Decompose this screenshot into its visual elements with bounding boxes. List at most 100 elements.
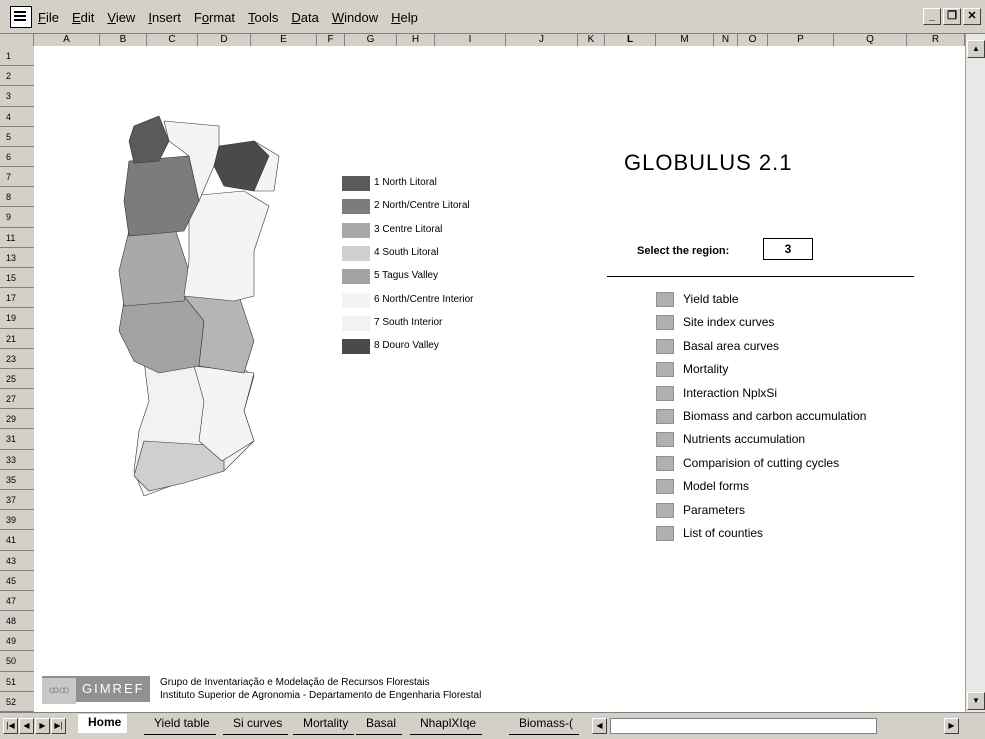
row-header[interactable]: 51 bbox=[0, 672, 34, 692]
hscroll-left-icon[interactable]: ◀ bbox=[592, 718, 607, 734]
menu-insert[interactable]: Insert bbox=[148, 10, 181, 25]
menu-format[interactable]: Format bbox=[194, 10, 235, 25]
column-header[interactable]: R bbox=[907, 34, 965, 46]
workbook-icon[interactable] bbox=[10, 6, 32, 28]
nav-button-icon[interactable] bbox=[656, 526, 674, 541]
sheet-tab[interactable]: Home bbox=[78, 714, 128, 733]
row-header[interactable]: 37 bbox=[0, 490, 34, 511]
column-header[interactable]: I bbox=[435, 34, 506, 46]
column-header[interactable]: E bbox=[251, 34, 317, 46]
scroll-up-icon[interactable]: ▲ bbox=[967, 40, 985, 58]
nav-button-icon[interactable] bbox=[656, 362, 674, 378]
nav-item-label: Site index curves bbox=[683, 315, 775, 330]
column-header[interactable]: A bbox=[34, 34, 100, 46]
row-header[interactable]: 49 bbox=[0, 631, 34, 652]
column-header[interactable]: P bbox=[768, 34, 834, 46]
row-header[interactable]: 27 bbox=[0, 389, 34, 410]
column-header[interactable]: O bbox=[738, 34, 768, 46]
menu-data[interactable]: Data bbox=[291, 10, 318, 25]
divider bbox=[607, 276, 914, 277]
menu-tools[interactable]: Tools bbox=[248, 10, 278, 25]
first-sheet-icon[interactable]: |◀ bbox=[3, 718, 18, 734]
restore-icon[interactable]: ❐ bbox=[943, 8, 961, 25]
row-header[interactable]: 31 bbox=[0, 429, 34, 450]
column-header[interactable]: K bbox=[578, 34, 605, 46]
column-header[interactable]: B bbox=[100, 34, 147, 46]
nav-button-icon[interactable] bbox=[656, 315, 674, 331]
sheet-tab[interactable]: NhaplXIqe bbox=[410, 715, 483, 735]
sheet-tab[interactable]: Si curves bbox=[223, 715, 289, 735]
row-header[interactable]: 43 bbox=[0, 551, 34, 571]
row-header[interactable]: 7 bbox=[0, 167, 34, 188]
close-icon[interactable]: ✕ bbox=[963, 8, 981, 25]
row-header[interactable]: 45 bbox=[0, 571, 34, 591]
column-header[interactable]: L bbox=[605, 34, 656, 46]
select-all-corner[interactable] bbox=[0, 34, 34, 46]
menu-view[interactable]: View bbox=[107, 10, 135, 25]
row-header[interactable]: 15 bbox=[0, 268, 34, 289]
row-header[interactable]: 52 bbox=[0, 692, 34, 712]
row-header[interactable]: 2 bbox=[0, 66, 34, 87]
nav-button-icon[interactable] bbox=[656, 385, 674, 401]
row-header[interactable]: 39 bbox=[0, 510, 34, 531]
column-header[interactable]: Q bbox=[834, 34, 907, 46]
row-header[interactable]: 9 bbox=[0, 207, 34, 228]
row-header[interactable]: 6 bbox=[0, 147, 34, 168]
legend-item: 3 Centre Litoral bbox=[342, 222, 522, 239]
column-header[interactable]: F bbox=[317, 34, 345, 46]
row-header[interactable]: 25 bbox=[0, 369, 34, 390]
row-header[interactable]: 4 bbox=[0, 107, 34, 127]
row-header[interactable]: 1 bbox=[0, 46, 34, 67]
row-header[interactable]: 48 bbox=[0, 611, 34, 632]
row-header[interactable]: 13 bbox=[0, 248, 34, 268]
menu-help[interactable]: Help bbox=[391, 10, 418, 25]
column-header[interactable]: G bbox=[345, 34, 397, 46]
row-header[interactable]: 17 bbox=[0, 288, 34, 309]
menu-file[interactable]: File bbox=[38, 10, 59, 25]
horizontal-scrollbar[interactable] bbox=[610, 718, 877, 734]
row-header[interactable]: 19 bbox=[0, 308, 34, 329]
nav-button-icon[interactable] bbox=[656, 432, 674, 448]
row-header[interactable]: 11 bbox=[0, 228, 34, 248]
column-header[interactable]: N bbox=[714, 34, 738, 46]
row-header[interactable]: 33 bbox=[0, 450, 34, 470]
column-header[interactable]: J bbox=[506, 34, 578, 46]
menu-window[interactable]: Window bbox=[332, 10, 378, 25]
hscroll-right-icon[interactable]: ▶ bbox=[944, 718, 959, 734]
nav-button-icon[interactable] bbox=[656, 292, 674, 307]
row-header[interactable]: 8 bbox=[0, 187, 34, 208]
row-header[interactable]: 23 bbox=[0, 349, 34, 369]
sheet-tab[interactable]: Basal bbox=[356, 715, 403, 735]
trees-icon: ꝏꝏ bbox=[42, 678, 76, 704]
row-header[interactable]: 21 bbox=[0, 329, 34, 349]
nav-button-icon[interactable] bbox=[656, 502, 674, 518]
nav-button-icon[interactable] bbox=[656, 338, 674, 354]
row-header[interactable]: 3 bbox=[0, 86, 34, 107]
scroll-down-icon[interactable]: ▼ bbox=[967, 692, 985, 710]
minimize-icon[interactable]: _ bbox=[923, 8, 941, 25]
column-header[interactable]: M bbox=[656, 34, 714, 46]
row-header[interactable]: 47 bbox=[0, 591, 34, 612]
legend-swatch bbox=[342, 199, 370, 215]
nav-button-icon[interactable] bbox=[656, 455, 674, 471]
row-header[interactable]: 50 bbox=[0, 651, 34, 672]
nav-button-icon[interactable] bbox=[656, 479, 674, 495]
nav-button-icon[interactable] bbox=[656, 409, 674, 424]
column-header[interactable]: C bbox=[147, 34, 198, 46]
sheet-tab[interactable]: Biomass-( bbox=[509, 715, 580, 735]
prev-sheet-icon[interactable]: ◀ bbox=[19, 718, 34, 734]
menu-edit[interactable]: Edit bbox=[72, 10, 94, 25]
row-header[interactable]: 5 bbox=[0, 127, 34, 147]
sheet-tab[interactable]: Yield table bbox=[144, 715, 216, 735]
last-sheet-icon[interactable]: ▶| bbox=[51, 718, 66, 734]
column-header[interactable]: H bbox=[397, 34, 435, 46]
next-sheet-icon[interactable]: ▶ bbox=[35, 718, 50, 734]
sheet-tab[interactable]: Mortality bbox=[293, 715, 355, 735]
vertical-scrollbar[interactable]: ▲ ▼ bbox=[965, 34, 985, 712]
nav-item-label: Mortality bbox=[683, 362, 729, 377]
row-header[interactable]: 29 bbox=[0, 409, 34, 430]
row-header[interactable]: 35 bbox=[0, 470, 34, 490]
column-header[interactable]: D bbox=[198, 34, 251, 46]
row-header[interactable]: 41 bbox=[0, 530, 34, 551]
region-select-input[interactable]: 3 bbox=[763, 238, 813, 260]
